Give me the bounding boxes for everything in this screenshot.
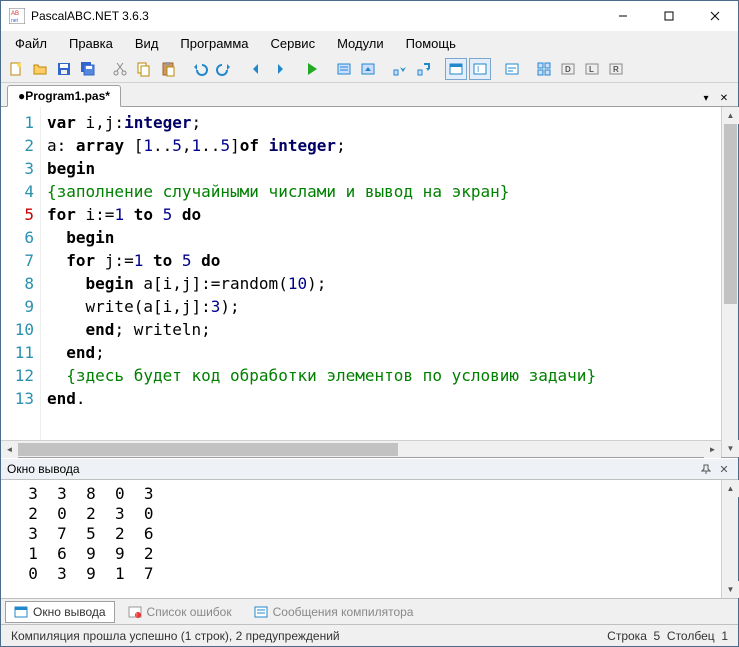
- svg-text:net: net: [11, 18, 19, 24]
- save-all-button[interactable]: [77, 58, 99, 80]
- compile-button[interactable]: [333, 58, 355, 80]
- step-over-button[interactable]: [413, 58, 435, 80]
- output-v-scroll[interactable]: ▲ ▼: [721, 480, 738, 598]
- nav-forward-button[interactable]: [269, 58, 291, 80]
- scroll-right-icon[interactable]: ►: [704, 441, 721, 458]
- status-line-label: Строка: [607, 629, 647, 643]
- scroll-down-icon[interactable]: ▼: [722, 440, 739, 457]
- close-button[interactable]: [692, 1, 738, 31]
- menu-program[interactable]: Программа: [170, 33, 258, 54]
- cut-button[interactable]: [109, 58, 131, 80]
- close-panel-button[interactable]: ✕: [716, 461, 732, 477]
- tab-close-button[interactable]: ✕: [716, 90, 732, 106]
- separator-icon: [381, 58, 387, 80]
- run-button[interactable]: [301, 58, 323, 80]
- menubar: Файл Правка Вид Программа Сервис Модули …: [1, 31, 738, 55]
- editor-h-scroll[interactable]: ◄ ►: [1, 440, 721, 457]
- tab-output-label: Окно вывода: [33, 605, 106, 619]
- tab-compiler[interactable]: Сообщения компилятора: [245, 601, 423, 623]
- separator-icon: [325, 58, 331, 80]
- scroll-up-icon[interactable]: ▲: [722, 107, 739, 124]
- status-message: Компиляция прошла успешно (1 строк), 2 п…: [11, 629, 340, 643]
- build-button[interactable]: [357, 58, 379, 80]
- editor-v-scroll[interactable]: ▲ ▼: [721, 107, 738, 457]
- tab-menu-button[interactable]: ▾: [698, 90, 714, 106]
- bottom-tabbar: Окно вывода ! Список ошибок Сообщения ко…: [1, 598, 738, 624]
- separator-icon: [525, 58, 531, 80]
- undo-button[interactable]: [189, 58, 211, 80]
- menu-file[interactable]: Файл: [5, 33, 57, 54]
- compiler-tab-icon: [254, 605, 268, 619]
- svg-text:AB: AB: [11, 11, 19, 17]
- minimize-button[interactable]: [600, 1, 646, 31]
- scroll-up-icon[interactable]: ▲: [722, 480, 739, 497]
- code-templates-button[interactable]: [533, 58, 555, 80]
- scroll-left-icon[interactable]: ◄: [1, 441, 18, 458]
- svg-text:R: R: [613, 65, 619, 74]
- tab-compiler-label: Сообщения компилятора: [273, 605, 414, 619]
- editor-tab[interactable]: ●Program1.pas*: [7, 85, 121, 107]
- window: ABnet PascalABC.NET 3.6.3 Файл Правка Ви…: [0, 0, 739, 647]
- disasm-l-button[interactable]: L: [581, 58, 603, 80]
- nav-back-button[interactable]: [245, 58, 267, 80]
- menu-view[interactable]: Вид: [125, 33, 169, 54]
- output-title-text: Окно вывода: [7, 462, 80, 476]
- menu-edit[interactable]: Правка: [59, 33, 123, 54]
- separator-icon: [181, 58, 187, 80]
- open-file-button[interactable]: [29, 58, 51, 80]
- editor: 12345678910111213 var i,j:integer;a: arr…: [1, 107, 738, 458]
- scroll-thumb[interactable]: [724, 124, 737, 304]
- status-line-value: 5: [654, 629, 661, 643]
- status-col-label: Столбец: [667, 629, 715, 643]
- output-tab-icon: [14, 605, 28, 619]
- separator-icon: [437, 58, 443, 80]
- app-icon: ABnet: [9, 8, 25, 24]
- window-title: PascalABC.NET 3.6.3: [31, 9, 600, 23]
- disasm-r-button[interactable]: R: [605, 58, 627, 80]
- new-file-button[interactable]: [5, 58, 27, 80]
- tab-errors[interactable]: ! Список ошибок: [119, 601, 241, 623]
- menu-service[interactable]: Сервис: [261, 33, 326, 54]
- svg-text:D: D: [565, 65, 571, 74]
- menu-help[interactable]: Помощь: [396, 33, 466, 54]
- maximize-button[interactable]: [646, 1, 692, 31]
- pin-button[interactable]: [698, 461, 714, 477]
- output-panel-title: Окно вывода ✕: [1, 458, 738, 480]
- line-gutter: 12345678910111213: [1, 107, 41, 440]
- view-messages-button[interactable]: [501, 58, 523, 80]
- redo-button[interactable]: [213, 58, 235, 80]
- status-col-value: 1: [721, 629, 728, 643]
- separator-icon: [101, 58, 107, 80]
- scroll-down-icon[interactable]: ▼: [722, 581, 739, 598]
- output-text[interactable]: 3 3 8 0 3 2 0 2 3 0 3 7 5 2 6 1 6 9 9 2 …: [1, 480, 721, 598]
- editor-tabbar: ●Program1.pas* ▾ ✕: [1, 83, 738, 107]
- output-panel: 3 3 8 0 3 2 0 2 3 0 3 7 5 2 6 1 6 9 9 2 …: [1, 480, 738, 598]
- menu-modules[interactable]: Модули: [327, 33, 394, 54]
- save-button[interactable]: [53, 58, 75, 80]
- separator-icon: [237, 58, 243, 80]
- svg-text:L: L: [589, 65, 594, 74]
- step-into-button[interactable]: [389, 58, 411, 80]
- scroll-thumb[interactable]: [18, 443, 398, 456]
- svg-text:!: !: [136, 613, 137, 619]
- view-output-button[interactable]: [445, 58, 467, 80]
- separator-icon: [493, 58, 499, 80]
- statusbar: Компиляция прошла успешно (1 строк), 2 п…: [1, 624, 738, 646]
- disasm-d-button[interactable]: D: [557, 58, 579, 80]
- separator-icon: [293, 58, 299, 80]
- tab-errors-label: Список ошибок: [147, 605, 232, 619]
- paste-button[interactable]: [157, 58, 179, 80]
- errors-tab-icon: !: [128, 605, 142, 619]
- svg-text:I: I: [477, 65, 479, 74]
- titlebar: ABnet PascalABC.NET 3.6.3: [1, 1, 738, 31]
- tab-output[interactable]: Окно вывода: [5, 601, 115, 623]
- toolbar: I D L R: [1, 55, 738, 83]
- copy-button[interactable]: [133, 58, 155, 80]
- view-errors-button[interactable]: I: [469, 58, 491, 80]
- code-area[interactable]: var i,j:integer;a: array [1..5,1..5]of i…: [41, 107, 721, 440]
